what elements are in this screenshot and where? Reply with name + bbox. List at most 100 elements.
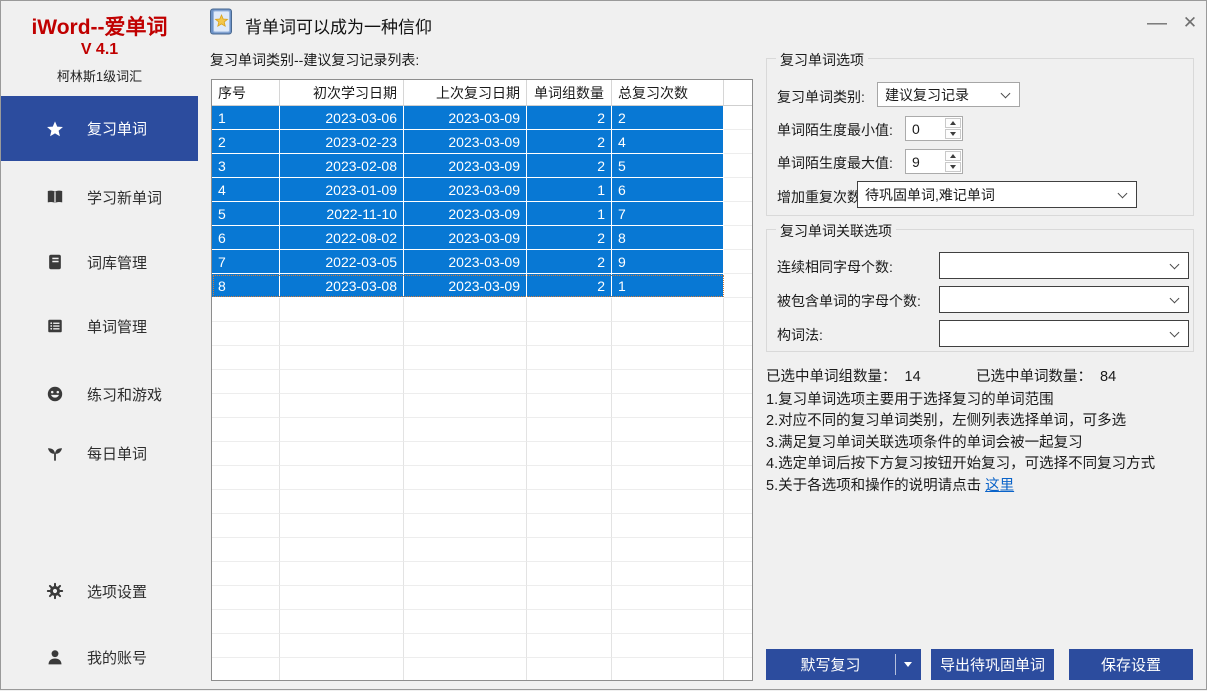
cell-first-study-date[interactable]: 2023-01-09 [280, 178, 404, 202]
cell-seq[interactable]: 3 [212, 154, 280, 178]
cell-first-study-date[interactable]: 2022-03-05 [280, 250, 404, 274]
cell-total-reviews[interactable]: 5 [612, 154, 724, 178]
cell-seq[interactable]: 1 [212, 106, 280, 130]
cell-total-reviews[interactable]: 6 [612, 178, 724, 202]
review-category-value: 建议复习记录 [885, 85, 969, 105]
cell-word-groups[interactable]: 2 [527, 226, 612, 250]
table-row[interactable]: 6 2022-08-02 2023-03-09 2 8 [212, 226, 752, 250]
lexicon-name: 柯林斯1级词汇 [1, 66, 198, 85]
cell-word-groups[interactable]: 1 [527, 178, 612, 202]
table-row[interactable]: 5 2022-11-10 2023-03-09 1 7 [212, 202, 752, 226]
sidebar-item-word-management[interactable]: 单词管理 [1, 306, 198, 346]
cell-seq[interactable]: 5 [212, 202, 280, 226]
help-note-line: 1.复习单词选项主要用于选择复习的单词范围 [766, 390, 1201, 411]
contained-letters-select[interactable] [939, 286, 1189, 313]
table-row[interactable]: 8 2023-03-08 2023-03-09 2 1 [212, 274, 752, 298]
max-unfamiliarity-stepper[interactable]: 9 [905, 149, 963, 174]
cell-total-reviews[interactable]: 9 [612, 250, 724, 274]
book-icon [46, 253, 64, 271]
cell-seq[interactable]: 6 [212, 226, 280, 250]
table-row[interactable]: 3 2023-02-08 2023-03-09 2 5 [212, 154, 752, 178]
cell-seq[interactable]: 2 [212, 130, 280, 154]
cell-filler [724, 154, 752, 178]
min-unfamiliarity-stepper[interactable]: 0 [905, 116, 963, 141]
cell-word-groups[interactable]: 2 [527, 250, 612, 274]
table-row[interactable]: 4 2023-01-09 2023-03-09 1 6 [212, 178, 752, 202]
help-note-line: 3.满足复习单词关联选项条件的单词会被一起复习 [766, 433, 1201, 454]
cell-seq[interactable]: 8 [212, 274, 280, 298]
cell-total-reviews[interactable]: 1 [612, 274, 724, 298]
minimize-button[interactable]: — [1142, 9, 1172, 37]
cell-word-groups[interactable]: 2 [527, 106, 612, 130]
repeat-times-select[interactable]: 待巩固单词,难记单词 [857, 181, 1137, 208]
cell-last-review-date[interactable]: 2023-03-09 [404, 154, 527, 178]
table-row[interactable]: 7 2022-03-05 2023-03-09 2 9 [212, 250, 752, 274]
sidebar-item-settings[interactable]: 选项设置 [1, 571, 198, 611]
cell-filler [724, 226, 752, 250]
max-unfamiliarity-value[interactable]: 9 [906, 150, 944, 173]
sidebar-item-practice-games[interactable]: 练习和游戏 [1, 374, 198, 414]
table-row[interactable]: 2 2023-02-23 2023-03-09 2 4 [212, 130, 752, 154]
spin-down-button[interactable] [945, 162, 961, 172]
cell-last-review-date[interactable]: 2023-03-09 [404, 106, 527, 130]
sidebar-item-daily-words[interactable]: 每日单词 [1, 433, 198, 473]
column-header-last-review-date[interactable]: 上次复习日期 [404, 80, 527, 105]
sidebar-item-label: 学习新单词 [87, 187, 162, 208]
sidebar-item-label: 单词管理 [87, 316, 147, 337]
cell-first-study-date[interactable]: 2023-02-08 [280, 154, 404, 178]
cell-first-study-date[interactable]: 2023-03-08 [280, 274, 404, 298]
contained-letters-label: 被包含单词的字母个数: [777, 291, 921, 311]
cell-total-reviews[interactable]: 4 [612, 130, 724, 154]
cell-seq[interactable]: 4 [212, 178, 280, 202]
cell-last-review-date[interactable]: 2023-03-09 [404, 130, 527, 154]
cell-first-study-date[interactable]: 2022-08-02 [280, 226, 404, 250]
cell-last-review-date[interactable]: 2023-03-09 [404, 274, 527, 298]
app-version: V 4.1 [1, 41, 198, 59]
export-words-button[interactable]: 导出待巩固单词 [931, 649, 1054, 680]
sidebar-item-my-account[interactable]: 我的账号 [1, 637, 198, 677]
sidebar-item-learn-new-words[interactable]: 学习新单词 [1, 177, 198, 217]
morphology-select[interactable] [939, 320, 1189, 347]
category-label: 复习单词类别: [777, 87, 865, 107]
sidebar-item-lexicon-management[interactable]: 词库管理 [1, 242, 198, 282]
cell-last-review-date[interactable]: 2023-03-09 [404, 226, 527, 250]
save-settings-button[interactable]: 保存设置 [1069, 649, 1193, 680]
table-body: 1 2023-03-06 2023-03-09 2 2 2 2023-02-23… [212, 106, 752, 681]
cell-word-groups[interactable]: 1 [527, 202, 612, 226]
cell-total-reviews[interactable]: 2 [612, 106, 724, 130]
table-row-empty [212, 490, 752, 514]
close-button[interactable]: ✕ [1175, 9, 1205, 37]
app-title: iWord--爱单词 [1, 11, 198, 41]
review-category-select[interactable]: 建议复习记录 [877, 82, 1020, 107]
spin-down-button[interactable] [945, 129, 961, 139]
cell-seq[interactable]: 7 [212, 250, 280, 274]
column-header-word-groups[interactable]: 单词组数量 [527, 80, 612, 105]
cell-word-groups[interactable]: 2 [527, 130, 612, 154]
min-unfamiliarity-value[interactable]: 0 [906, 117, 944, 140]
cell-first-study-date[interactable]: 2023-03-06 [280, 106, 404, 130]
table-row[interactable]: 1 2023-03-06 2023-03-09 2 2 [212, 106, 752, 130]
cell-last-review-date[interactable]: 2023-03-09 [404, 250, 527, 274]
cell-last-review-date[interactable]: 2023-03-09 [404, 202, 527, 226]
cell-first-study-date[interactable]: 2022-11-10 [280, 202, 404, 226]
dictation-review-label[interactable]: 默写复习 [766, 654, 895, 675]
cell-first-study-date[interactable]: 2023-02-23 [280, 130, 404, 154]
help-link[interactable]: 这里 [985, 478, 1014, 494]
dropdown-arrow-icon[interactable] [896, 662, 920, 667]
cell-last-review-date[interactable]: 2023-03-09 [404, 178, 527, 202]
column-header-seq[interactable]: 序号 [212, 80, 280, 105]
sprout-icon [46, 444, 64, 462]
same-letters-select[interactable] [939, 252, 1189, 279]
sidebar-item-review-words[interactable]: 复习单词 [1, 96, 198, 161]
spin-up-button[interactable] [945, 151, 961, 161]
cell-total-reviews[interactable]: 7 [612, 202, 724, 226]
dictation-review-split-button[interactable]: 默写复习 [766, 649, 921, 680]
cell-word-groups[interactable]: 2 [527, 274, 612, 298]
cell-total-reviews[interactable]: 8 [612, 226, 724, 250]
column-header-first-study-date[interactable]: 初次学习日期 [280, 80, 404, 105]
cell-word-groups[interactable]: 2 [527, 154, 612, 178]
column-header-total-reviews[interactable]: 总复习次数 [612, 80, 724, 105]
spin-up-button[interactable] [945, 118, 961, 128]
max-unfamiliarity-label: 单词陌生度最大值: [777, 153, 893, 173]
selected-groups-value: 14 [905, 369, 921, 385]
